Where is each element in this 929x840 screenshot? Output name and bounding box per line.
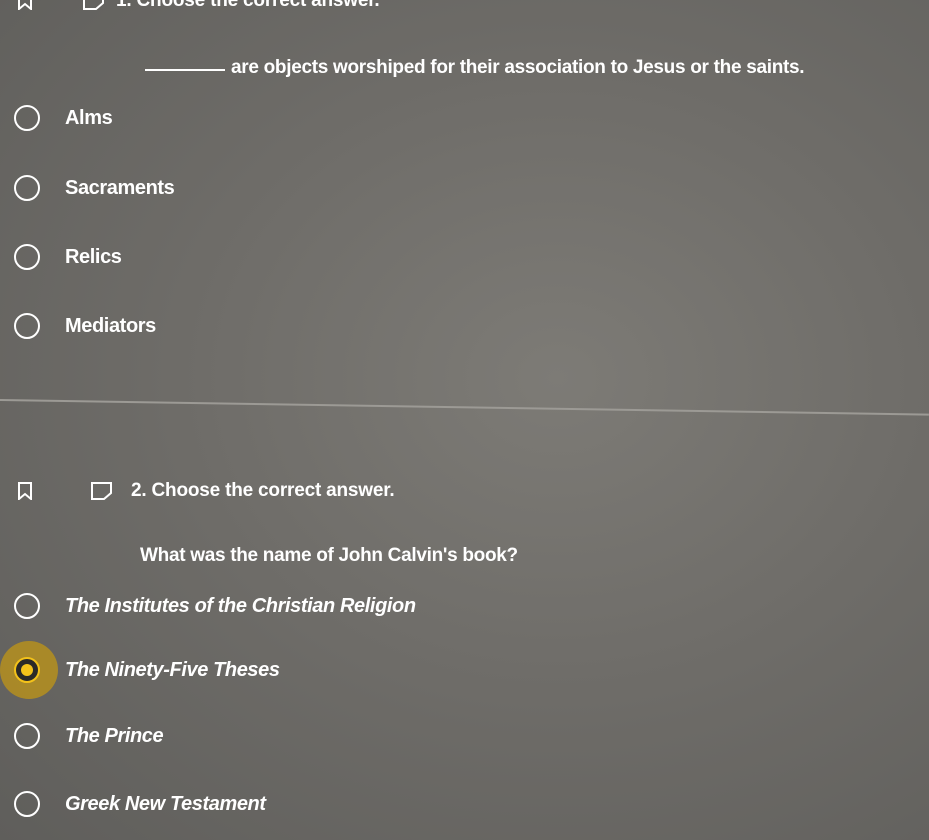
radio-button[interactable] bbox=[14, 593, 40, 619]
radio-button-selected[interactable] bbox=[14, 657, 40, 683]
option-label: Relics bbox=[65, 245, 122, 268]
q1-option-relics[interactable]: Relics bbox=[14, 240, 122, 274]
option-label: Mediators bbox=[65, 314, 156, 337]
edit-note-icon[interactable] bbox=[82, 0, 106, 11]
radio-button[interactable] bbox=[14, 105, 40, 131]
bookmark-icon[interactable] bbox=[18, 0, 32, 10]
radio-button[interactable] bbox=[14, 175, 40, 201]
option-label: The Prince bbox=[65, 724, 164, 747]
radio-button[interactable] bbox=[14, 244, 40, 270]
bookmark-icon[interactable] bbox=[18, 482, 32, 500]
radio-button[interactable] bbox=[14, 313, 40, 339]
option-label: Alms bbox=[65, 106, 113, 129]
answer-blank bbox=[145, 69, 225, 71]
selected-dot bbox=[21, 664, 33, 676]
option-label: The Institutes of the Christian Religion bbox=[65, 594, 416, 617]
q2-option-the-prince[interactable]: The Prince bbox=[14, 719, 164, 753]
q1-option-sacraments[interactable]: Sacraments bbox=[14, 171, 175, 205]
option-label: Sacraments bbox=[65, 176, 175, 199]
question-2-header: 2. Choose the correct answer. bbox=[18, 480, 395, 502]
q1-option-mediators[interactable]: Mediators bbox=[14, 309, 156, 343]
q2-option-ninety-five-theses[interactable]: The Ninety-Five Theses bbox=[0, 641, 929, 699]
question-1-title: 1. Choose the correct answer. bbox=[116, 0, 380, 11]
radio-button[interactable] bbox=[14, 791, 40, 817]
q1-option-alms[interactable]: Alms bbox=[14, 101, 113, 135]
question-1-header: 1. Choose the correct answer. bbox=[18, 0, 380, 12]
q2-option-greek-new-testament[interactable]: Greek New Testament bbox=[14, 787, 266, 821]
radio-button[interactable] bbox=[14, 723, 40, 749]
option-label: Greek New Testament bbox=[65, 792, 266, 815]
question-1-stem: are objects worshiped for their associat… bbox=[145, 57, 805, 79]
question-2-title: 2. Choose the correct answer. bbox=[131, 480, 395, 501]
question-divider bbox=[0, 399, 929, 416]
option-label: The Ninety-Five Theses bbox=[65, 658, 280, 681]
question-2-stem: What was the name of John Calvin's book? bbox=[140, 545, 518, 566]
edit-note-icon[interactable] bbox=[90, 481, 114, 501]
q2-option-institutes[interactable]: The Institutes of the Christian Religion bbox=[14, 589, 416, 623]
